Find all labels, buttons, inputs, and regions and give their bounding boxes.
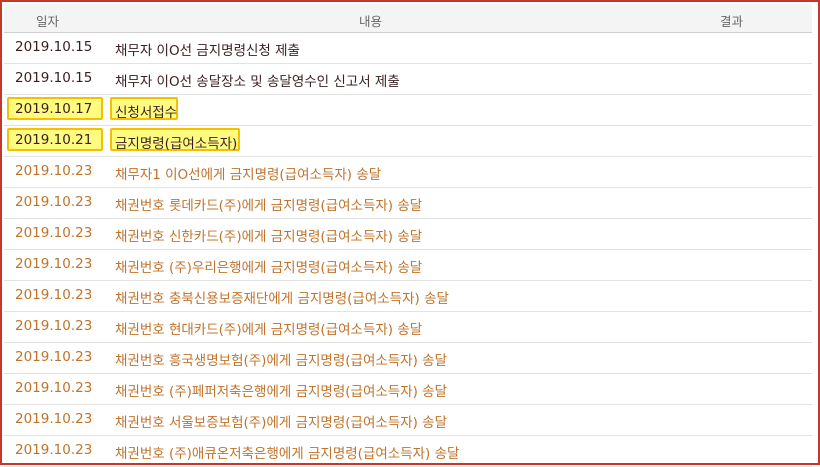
table-row-highlighted: 2019.10.21 금지명령(급여소득자): [4, 126, 812, 157]
header-result: 결과: [720, 14, 744, 29]
row-content: 채무자 이O선 금지명령신청 제출: [115, 43, 300, 59]
table-row-highlighted: 2019.10.17 신청서접수: [4, 95, 812, 126]
row-content: 채권번호 현대카드(주)에게 금지명령(급여소득자) 송달: [115, 322, 423, 338]
row-date: 2019.10.17: [15, 101, 93, 117]
table-row: 2019.10.23 채권번호 (주)애큐온저축은행에게 금지명령(급여소득자)…: [4, 436, 812, 467]
row-date: 2019.10.23: [15, 411, 93, 427]
table-row: 2019.10.23 채권번호 (주)페퍼저축은행에게 금지명령(급여소득자) …: [4, 374, 812, 405]
table-row: 2019.10.23 채권번호 충북신용보증재단에게 금지명령(급여소득자) 송…: [4, 281, 812, 312]
header-content: 내용: [359, 14, 383, 29]
row-date: 2019.10.15: [15, 70, 93, 86]
table-row: 2019.10.23 채권번호 (주)우리은행에게 금지명령(급여소득자) 송달: [4, 250, 812, 281]
row-content: 금지명령(급여소득자): [115, 136, 238, 152]
row-content: 채권번호 롯데카드(주)에게 금지명령(급여소득자) 송달: [115, 198, 423, 214]
row-content: 채권번호 (주)페퍼저축은행에게 금지명령(급여소득자) 송달: [115, 384, 448, 400]
table-row: 2019.10.23 채권번호 롯데카드(주)에게 금지명령(급여소득자) 송달: [4, 188, 812, 219]
row-content: 채권번호 서울보증보험(주)에게 금지명령(급여소득자) 송달: [115, 415, 448, 431]
row-date: 2019.10.23: [15, 380, 93, 396]
row-content: 채무자 이O선 송달장소 및 송달영수인 신고서 제출: [115, 74, 400, 90]
table-header: 일자 내용 결과: [4, 4, 812, 33]
table-row: 2019.10.23 채권번호 서울보증보험(주)에게 금지명령(급여소득자) …: [4, 405, 812, 436]
table-row: 2019.10.15 채무자 이O선 금지명령신청 제출: [4, 33, 812, 64]
row-date: 2019.10.23: [15, 225, 93, 241]
row-date: 2019.10.23: [15, 318, 93, 334]
case-history-table: 일자 내용 결과 2019.10.15 채무자 이O선 금지명령신청 제출 20…: [4, 4, 812, 467]
table-row: 2019.10.23 채권번호 흥국생명보험(주)에게 금지명령(급여소득자) …: [4, 343, 812, 374]
row-content: 채권번호 (주)우리은행에게 금지명령(급여소득자) 송달: [115, 260, 423, 276]
row-date: 2019.10.23: [15, 256, 93, 272]
row-date: 2019.10.23: [15, 442, 93, 458]
row-date: 2019.10.23: [15, 287, 93, 303]
row-date: 2019.10.23: [15, 194, 93, 210]
table-row: 2019.10.23 채권번호 현대카드(주)에게 금지명령(급여소득자) 송달: [4, 312, 812, 343]
row-date: 2019.10.23: [15, 349, 93, 365]
row-content: 채권번호 신한카드(주)에게 금지명령(급여소득자) 송달: [115, 229, 423, 245]
row-content: 채권번호 흥국생명보험(주)에게 금지명령(급여소득자) 송달: [115, 353, 448, 369]
row-content: 신청서접수: [115, 105, 178, 121]
row-content: 채권번호 (주)애큐온저축은행에게 금지명령(급여소득자) 송달: [115, 446, 460, 462]
row-content: 채무자1 이O선에게 금지명령(급여소득자) 송달: [115, 167, 382, 183]
row-content: 채권번호 충북신용보증재단에게 금지명령(급여소득자) 송달: [115, 291, 449, 307]
table-row: 2019.10.15 채무자 이O선 송달장소 및 송달영수인 신고서 제출: [4, 64, 812, 95]
table-row: 2019.10.23 채권번호 신한카드(주)에게 금지명령(급여소득자) 송달: [4, 219, 812, 250]
row-date: 2019.10.23: [15, 163, 93, 179]
table-row: 2019.10.23 채무자1 이O선에게 금지명령(급여소득자) 송달: [4, 157, 812, 188]
row-date: 2019.10.21: [15, 132, 93, 148]
header-date: 일자: [36, 14, 60, 29]
row-date: 2019.10.15: [15, 39, 93, 55]
